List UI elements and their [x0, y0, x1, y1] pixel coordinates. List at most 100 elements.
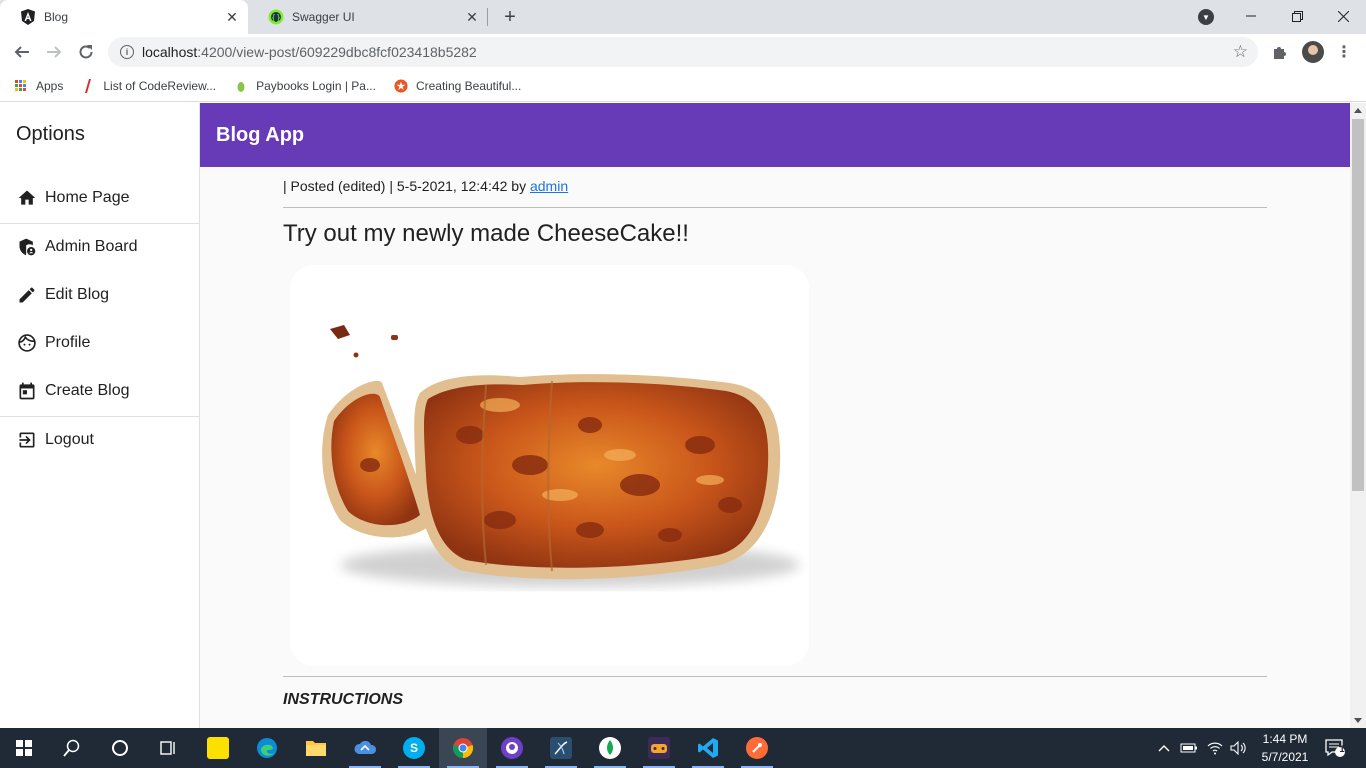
url-text[interactable]: localhost:4200/view-post/609229dbc8fcf02… — [142, 44, 1233, 60]
taskbar-skype[interactable]: S — [390, 728, 438, 768]
taskbar-github[interactable] — [488, 728, 536, 768]
profile-avatar[interactable] — [1302, 41, 1324, 63]
taskbar-mongodb[interactable] — [586, 728, 634, 768]
svg-text:{}: {} — [271, 13, 281, 22]
start-button[interactable] — [0, 728, 48, 768]
address-bar[interactable]: i localhost:4200/view-post/609229dbc8fcf… — [108, 37, 1258, 67]
taskbar-vscode[interactable] — [684, 728, 732, 768]
app-toolbar: Blog App — [200, 103, 1350, 167]
sidebar-item-label: Admin Board — [45, 238, 138, 255]
battery-icon[interactable] — [1178, 728, 1200, 768]
bookmark-codereview[interactable]: List of CodeReview... — [81, 78, 216, 93]
site-info-icon[interactable]: i — [120, 45, 134, 59]
taskbar-clock[interactable]: 1:44 PM 5/7/2021 — [1254, 730, 1316, 766]
bookmark-star-icon[interactable]: ☆ — [1233, 42, 1248, 62]
tab-swagger[interactable]: {} Swagger UI ✕ — [248, 0, 488, 34]
sticky-notes-icon — [207, 737, 229, 759]
sidebar-item-label: Home Page — [45, 189, 130, 206]
author-link[interactable]: admin — [530, 178, 568, 194]
task-view-icon — [160, 741, 175, 755]
codereview-icon — [81, 78, 95, 93]
minimize-button[interactable] — [1228, 0, 1274, 32]
bookmark-creating-beautiful[interactable]: Creating Beautiful... — [394, 79, 521, 93]
admin-shield-icon — [17, 237, 37, 257]
search-icon — [63, 739, 80, 757]
taskbar-game-app[interactable] — [635, 728, 683, 768]
paybooks-icon — [234, 79, 248, 93]
divider — [283, 676, 1267, 677]
scroll-up-arrow-icon[interactable] — [1354, 108, 1362, 113]
browser-menu-icon[interactable]: ⋮ — [1336, 43, 1352, 61]
app-title: Blog App — [216, 123, 305, 146]
sidebar-item-profile[interactable]: Profile — [0, 319, 199, 367]
restore-button[interactable] — [1274, 0, 1320, 32]
chrome-icon — [452, 738, 474, 759]
tab-blog[interactable]: Blog ✕ — [0, 0, 248, 34]
volume-icon[interactable] — [1228, 728, 1250, 768]
bookmark-paybooks[interactable]: Paybooks Login | Pa... — [234, 79, 376, 93]
post-meta: | Posted (edited) | 5-5-2021, 12:4:42 by… — [283, 178, 569, 194]
tab-search-icon[interactable]: ▼ — [1198, 9, 1214, 25]
sidebar-item-label: Create Blog — [45, 382, 130, 399]
taskbar-sticky-notes[interactable] — [194, 728, 242, 768]
close-tab-icon[interactable]: ✕ — [224, 9, 240, 25]
scroll-down-arrow-icon[interactable] — [1354, 718, 1362, 723]
search-button[interactable] — [48, 728, 96, 768]
calendar-icon — [17, 381, 37, 401]
back-button[interactable] — [8, 38, 36, 66]
forward-button[interactable] — [40, 38, 68, 66]
page-scrollbar[interactable] — [1350, 103, 1366, 728]
close-tab-icon[interactable]: ✕ — [464, 9, 480, 25]
taskbar-edge[interactable] — [243, 728, 291, 768]
star-badge-icon — [394, 78, 408, 93]
folder-icon — [306, 741, 326, 756]
close-window-button[interactable] — [1320, 0, 1366, 32]
tab-title: Blog — [44, 10, 69, 24]
taskbar-postman[interactable] — [733, 728, 781, 768]
wifi-icon[interactable] — [1204, 728, 1226, 768]
angular-icon — [20, 9, 36, 25]
taskbar-sql-tool[interactable] — [537, 728, 585, 768]
database-tool-icon — [550, 737, 572, 759]
tab-separator — [487, 8, 488, 26]
sidebar-item-edit-blog[interactable]: Edit Blog — [0, 271, 199, 319]
bookmark-label: Paybooks Login | Pa... — [256, 78, 376, 93]
post-title: Try out my newly made CheeseCake!! — [283, 220, 689, 247]
browser-tab-strip: Blog ✕ {} Swagger UI ✕ + ▼ — [0, 0, 1366, 34]
taskbar-chrome[interactable] — [439, 728, 487, 768]
game-app-icon — [648, 737, 670, 759]
sidebar-item-label: Logout — [45, 431, 94, 448]
cortana-circle-icon — [112, 740, 128, 756]
sidebar-title: Options — [16, 123, 85, 145]
apps-grid-icon — [14, 79, 28, 93]
task-view-button[interactable] — [144, 728, 192, 768]
sidebar-item-create-blog[interactable]: Create Blog — [0, 367, 199, 415]
edge-icon — [257, 738, 277, 758]
postman-icon — [746, 737, 768, 759]
tab-title: Swagger UI — [292, 10, 355, 24]
sidebar-item-label: Edit Blog — [45, 286, 110, 303]
home-icon — [17, 188, 37, 208]
sidebar-item-home-page[interactable]: Home Page — [0, 174, 199, 222]
instructions-heading: INSTRUCTIONS — [283, 691, 403, 708]
browser-toolbar: i localhost:4200/view-post/609229dbc8fcf… — [0, 34, 1366, 70]
sidebar-item-admin-board[interactable]: Admin Board — [0, 223, 199, 271]
logout-icon — [17, 430, 37, 450]
sidebar: Options Home Page Admin Board Edit Blog … — [0, 103, 200, 728]
clock-date: 5/7/2021 — [1261, 750, 1309, 764]
notification-center-button[interactable]: 1 — [1320, 728, 1350, 768]
cortana-button[interactable] — [96, 728, 144, 768]
new-tab-button[interactable]: + — [498, 5, 522, 29]
reload-button[interactable] — [72, 38, 100, 66]
clock-time: 1:44 PM — [1262, 732, 1308, 746]
taskbar-app-cloud[interactable] — [341, 728, 389, 768]
tray-chevron-up-icon[interactable] — [1156, 728, 1172, 768]
taskbar-file-explorer[interactable] — [292, 728, 340, 768]
bookmark-label: Apps — [36, 78, 64, 93]
sidebar-item-label: Profile — [45, 334, 91, 351]
extensions-puzzle-icon[interactable] — [1270, 43, 1288, 61]
bookmark-label: Creating Beautiful... — [415, 78, 522, 93]
scrollbar-thumb[interactable] — [1352, 119, 1364, 491]
bookmark-apps[interactable]: Apps — [14, 79, 63, 93]
sidebar-item-logout[interactable]: Logout — [0, 416, 199, 464]
